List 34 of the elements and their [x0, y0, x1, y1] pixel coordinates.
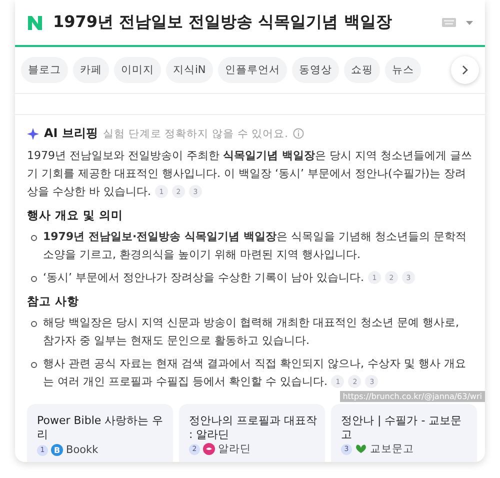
- bullet-icon: [31, 276, 37, 282]
- bullet-text: 해당 백일장은 당시 지역 신문과 방송이 협력해 개최한 대표적인 청소년 문예 행사로, 참가자 중 일부는 현재도 문인으로 활동하고 있습니다.: [43, 315, 460, 349]
- category-tab[interactable]: 동영상: [292, 57, 339, 83]
- section-heading: 참고 사항: [27, 294, 80, 309]
- source-name: 교보문고: [370, 442, 414, 456]
- category-tab[interactable]: 블로그: [21, 57, 68, 83]
- info-icon[interactable]: [292, 128, 304, 139]
- category-tab[interactable]: 인플루언서: [218, 57, 287, 83]
- briefing-title: AI 브리핑: [44, 125, 98, 142]
- logo-icon: B: [51, 444, 63, 456]
- keyboard-icon[interactable]: [442, 18, 456, 27]
- link-preview: https://brunch.co.kr/@janna/63/wri: [340, 391, 485, 402]
- category-tab[interactable]: 카페: [73, 57, 109, 83]
- disclaimer-text: 실험 단계로 정확하지 않을 수 있어요.: [102, 126, 288, 140]
- chevron-icon: [461, 65, 469, 75]
- bullet-icon: [31, 235, 37, 241]
- category-tab[interactable]: 뉴스: [384, 57, 421, 83]
- search-field[interactable]: 1979년 전남일보 전일방송 식목일기념 백일장: [53, 12, 432, 33]
- section-heading: 행사 개요 및 의미: [27, 208, 124, 223]
- sparkle-icon: [27, 128, 39, 140]
- source-title: 정안나의 프로필과 대표작 : 알라딘: [189, 414, 317, 442]
- category-tab[interactable]: 쇼핑: [344, 57, 380, 83]
- source-name: 알라딘: [218, 442, 251, 456]
- next-button[interactable]: [451, 56, 479, 84]
- category-tab[interactable]: 이미지: [114, 57, 161, 83]
- bullet-icon: [31, 321, 37, 327]
- bullet-text: 1979년 전남일보·전일방송 식목일기념 백일장은 식목일을 기념해 청소년들의 문학적 소양을 기르고, 환경의식을 높이기 위해 마련된 지역 행사입니다.: [43, 229, 468, 263]
- source-name: Bookk: [66, 444, 98, 456]
- bullet-icon: [31, 362, 37, 368]
- category-tab[interactable]: 지식iN: [166, 57, 213, 83]
- source-title: 정안나 | 수필가 - 교보문고: [341, 414, 463, 442]
- caret-icon[interactable]: [466, 20, 473, 24]
- logo-icon: [27, 14, 43, 30]
- source-title: Power Bible 사랑하는 우리: [37, 414, 164, 442]
